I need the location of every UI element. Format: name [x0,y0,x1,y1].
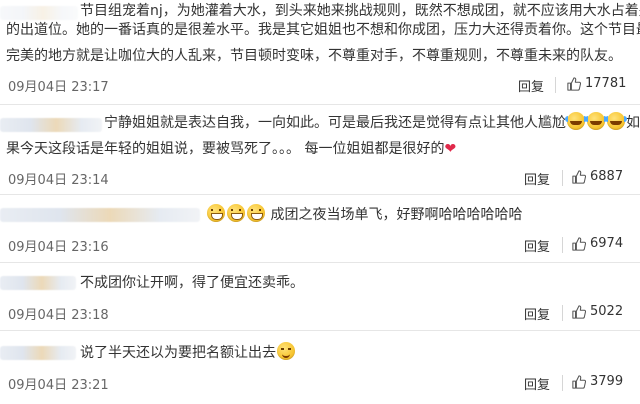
grin-emoji-icon [227,204,245,222]
comment-timestamp: 09月04日 23:21 [8,378,109,393]
divider [0,262,640,263]
thumbs-up-icon [572,169,586,184]
reply-button[interactable]: 回复 [524,304,550,323]
separator [562,237,563,253]
tears-of-joy-emoji-icon [565,112,587,130]
red-heart-icon: ❤ [444,141,457,157]
comment-item: 成团之夜当场单飞，好野啊哈哈哈哈哈哈 09月04日 23:16 回复 6974 [0,200,640,260]
grin-emoji-icon [247,204,265,222]
comment-text-line: 果今天这段话是年轻的姐姐说，要被骂死了。。。 每一位姐姐都是很好的❤ [6,138,456,160]
tears-of-joy-emoji-icon [605,112,627,130]
thumbs-up-icon [572,304,586,319]
divider [0,194,640,195]
comment-item: 节目组宠着nj，为她灌着大水，到头来她来挑战规则，既然不想成团，就不应该用大水占… [0,0,640,96]
like-count: 6887 [590,169,624,184]
tears-of-joy-emoji-icon [585,112,607,130]
smirk-emoji-icon [277,342,295,360]
like-count: 3799 [590,374,624,389]
reply-button[interactable]: 回复 [524,374,550,393]
like-button[interactable]: 6887 [572,169,623,184]
like-button[interactable]: 5022 [572,304,623,319]
comment-text: 说了半天还以为要把名额让出去 [80,345,276,361]
separator [562,170,563,186]
reply-button[interactable]: 回复 [524,169,550,188]
comment-item: 说了半天还以为要把名额让出去 09月04日 23:21 回复 3799 [0,338,640,398]
comment-timestamp: 09月04日 23:16 [8,240,109,255]
comment-timestamp: 09月04日 23:18 [8,308,109,323]
comment-text-line: 的出道位。她的一番话真的是很差水平。我是其它姐姐也不想和你成团，压力大还得贡着你… [6,22,640,38]
comment-text: 成团之夜当场单飞，好野啊哈哈哈哈哈哈 [270,207,523,223]
reply-button[interactable]: 回复 [518,76,544,95]
separator [562,375,563,391]
reply-button[interactable]: 回复 [524,236,550,255]
thumbs-up-icon [572,374,586,389]
comment-item: 不成团你让开啊，得了便宜还卖乖。 09月04日 23:18 回复 5022 [0,268,640,328]
divider [0,330,640,331]
separator [555,77,556,93]
commenter-name[interactable] [0,208,200,222]
comment-text-line: 宁静姐姐就是表达自我，一向如此。可是最后我还是觉得有点让其他人尴尬 如 [104,112,640,134]
like-count: 6974 [590,236,624,251]
comment-timestamp: 09月04日 23:14 [8,173,109,188]
commenter-name[interactable] [0,118,102,132]
thumbs-up-icon [567,76,581,91]
comment-text: 宁静姐姐就是表达自我，一向如此。可是最后我还是觉得有点让其他人尴尬 [104,115,566,131]
separator [562,305,563,321]
like-button[interactable]: 17781 [567,76,626,91]
comment-text-line: 完美的地方就是让咖位大的人乱来，节目顿时变味，不尊重对手，不尊重规则，不尊重未来… [6,48,622,64]
commenter-name[interactable] [0,276,76,290]
like-count: 5022 [590,304,624,319]
comment-text-line: 成团之夜当场单飞，好野啊哈哈哈哈哈哈 [206,204,522,226]
commenter-name[interactable] [0,346,76,360]
comment-timestamp: 09月04日 23:17 [8,80,109,95]
comment-text: 如 [626,115,640,131]
comment-text: 果今天这段话是年轻的姐姐说，要被骂死了。。。 每一位姐姐都是很好的 [6,141,445,157]
comment-text-line: 说了半天还以为要把名额让出去 [80,342,296,364]
comment-item: 宁静姐姐就是表达自我，一向如此。可是最后我还是觉得有点让其他人尴尬 如 果今天这段… [0,112,640,192]
grin-emoji-icon [207,204,225,222]
like-button[interactable]: 6974 [572,236,623,251]
comment-text-line: 不成团你让开啊，得了便宜还卖乖。 [80,275,304,291]
thumbs-up-icon [572,236,586,251]
like-count: 17781 [585,76,627,91]
like-button[interactable]: 3799 [572,374,623,389]
commenter-name[interactable] [0,6,78,20]
divider [0,104,640,105]
